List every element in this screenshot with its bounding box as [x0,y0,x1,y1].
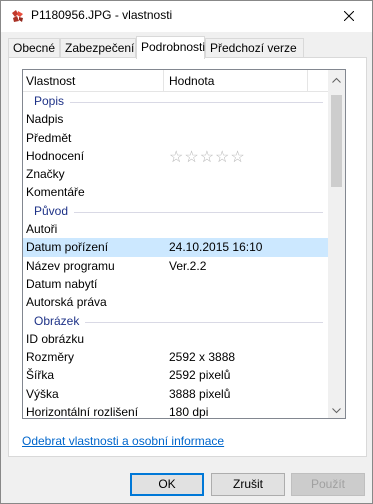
list-header: Vlastnost Hodnota [23,70,329,92]
vertical-scrollbar[interactable] [328,70,345,418]
property-name: Datum pořízení [26,240,109,255]
list-item[interactable]: Hodnocení ☆☆☆☆☆ [23,147,329,167]
group-divider [34,102,323,103]
group-popis: Popis [23,92,329,110]
property-name: Nadpis [26,112,64,127]
title-bar[interactable]: P1180956.JPG - vlastnosti [1,1,372,32]
property-name: Předmět [26,130,72,145]
list-item-selected[interactable]: Datum pořízení 24.10.2015 16:10 [23,238,329,257]
camera-icon [9,8,25,24]
apply-button[interactable]: Použít [291,473,365,496]
rating-stars[interactable]: ☆☆☆☆☆ [169,147,246,167]
list-item[interactable]: Datum nabytí [23,275,329,293]
property-value[interactable]: 2592 pixelů [169,368,230,382]
details-panel: Vlastnost Hodnota Popis Nadpis Předmět H… [8,57,367,457]
property-name: Výška [26,386,59,401]
property-name: Datum nabytí [26,276,98,291]
ok-button[interactable]: OK [130,473,204,496]
property-name: Šířka [26,368,55,383]
property-name: Značky [26,167,65,182]
list-item[interactable]: Název programu Ver.2.2 [23,257,329,275]
list-item[interactable]: Šířka 2592 pixelů [23,366,329,384]
property-value[interactable]: 2592 x 3888 [169,350,235,364]
property-value[interactable]: Ver.2.2 [169,259,206,273]
group-divider [34,211,323,213]
list-rows: Popis Nadpis Předmět Hodnocení ☆☆☆☆☆ Zna… [23,92,329,419]
list-item[interactable]: Výška 3888 pixelů [23,385,329,403]
chevron-down-icon [332,403,341,417]
property-name: Horizontální rozlišení [26,405,139,419]
list-item[interactable]: Autorská práva [23,293,329,311]
properties-list[interactable]: Vlastnost Hodnota Popis Nadpis Předmět H… [22,69,346,419]
tab-general[interactable]: Obecné [8,38,60,58]
property-value[interactable]: 24.10.2015 16:10 [169,240,262,254]
close-icon [344,11,354,21]
chevron-up-icon [332,72,341,86]
list-item[interactable]: Komentáře [23,183,329,201]
scrollbar-thumb[interactable] [331,95,342,187]
list-item[interactable]: Značky [23,165,329,183]
list-item[interactable]: Autoři [23,220,329,238]
window-title: P1180956.JPG - vlastnosti [31,8,173,22]
scroll-down-button[interactable] [328,401,345,418]
properties-dialog: P1180956.JPG - vlastnosti Obecné Zabezpe… [0,0,373,504]
list-item[interactable]: ID obrázku [23,330,329,348]
close-button[interactable] [326,1,372,31]
list-item[interactable]: Nadpis [23,110,329,128]
group-title: Původ [34,203,75,218]
scroll-up-button[interactable] [328,70,345,87]
tab-security[interactable]: Zabezpečení [60,38,136,58]
property-value[interactable]: 3888 pixelů [169,387,230,401]
property-name: Hodnocení [26,148,85,163]
group-title: Popis [34,94,71,108]
column-divider[interactable] [307,70,308,92]
group-title: Obrázek [34,313,86,328]
list-item[interactable]: Rozměry 2592 x 3888 [23,348,329,366]
property-name: Název programu [26,258,115,273]
column-divider[interactable] [163,70,164,92]
list-item[interactable]: Předmět [23,129,329,147]
property-name: Autoři [26,222,58,237]
column-header-value[interactable]: Hodnota [169,74,214,88]
property-name: Rozměry [26,350,75,365]
property-name: ID obrázku [26,331,85,346]
property-name: Autorská práva [26,295,107,310]
property-value[interactable]: 180 dpi [169,405,208,418]
list-item[interactable]: Horizontální rozlišení 180 dpi [23,403,329,419]
tab-previous-versions[interactable]: Předchozí verze [205,38,304,58]
group-obrazek: Obrázek [23,312,329,330]
cancel-button[interactable]: Zrušit [211,473,285,496]
tab-details[interactable]: Podrobnosti [136,36,205,59]
remove-properties-link[interactable]: Odebrat vlastnosti a osobní informace [22,434,224,448]
group-puvod: Původ [23,202,329,220]
tab-strip: Obecné Zabezpečení Podrobnosti Předchozí… [8,36,367,59]
property-name: Komentáře [26,185,85,200]
column-header-property[interactable]: Vlastnost [26,74,75,88]
